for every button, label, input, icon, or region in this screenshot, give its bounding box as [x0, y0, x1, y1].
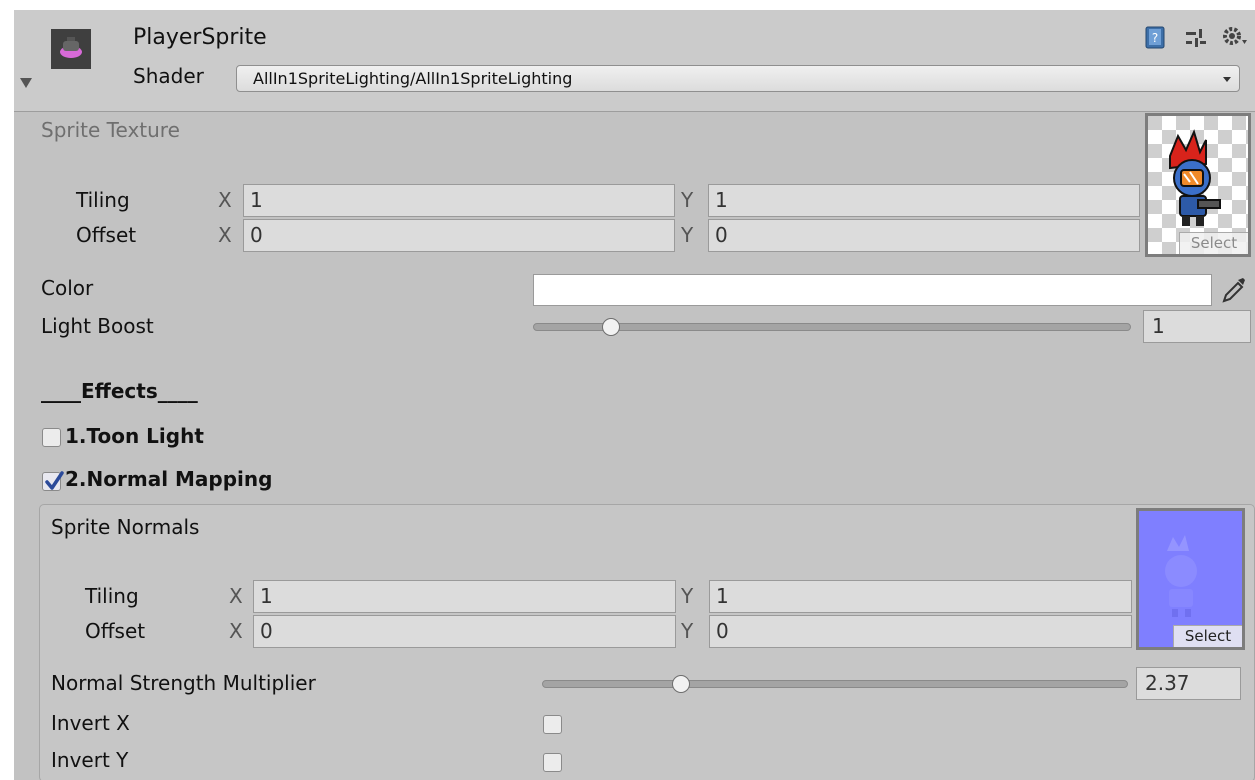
color-label: Color	[41, 276, 94, 300]
light-boost-label: Light Boost	[41, 314, 154, 338]
offset-x-axis-label: X	[218, 223, 232, 247]
help-book-icon[interactable]: ?	[1144, 26, 1166, 50]
toon-light-checkbox[interactable]	[42, 428, 61, 447]
normals-offset-x-field[interactable]: 0	[253, 615, 676, 648]
tiling-y-field[interactable]: 1	[708, 184, 1140, 217]
normals-offset-y-field[interactable]: 0	[709, 615, 1132, 648]
dropdown-arrow-icon	[1223, 77, 1231, 82]
gear-icon[interactable]	[1221, 25, 1249, 49]
shader-dropdown[interactable]: AllIn1SpriteLighting/AllIn1SpriteLightin…	[236, 65, 1240, 92]
offset-label: Offset	[76, 223, 137, 247]
tiling-y-axis-label: Y	[681, 188, 694, 212]
normals-tiling-x-field[interactable]: 1	[253, 580, 676, 613]
normal-strength-value-field[interactable]: 2.37	[1136, 667, 1241, 700]
color-field[interactable]	[533, 274, 1212, 306]
normals-tiling-label: Tiling	[85, 584, 139, 608]
invert-x-label: Invert X	[51, 711, 130, 735]
eyedropper-icon[interactable]	[1221, 276, 1247, 304]
material-inspector-panel: PlayerSprite Shader AllIn1SpriteLighting…	[14, 10, 1255, 780]
light-boost-slider-handle[interactable]	[602, 318, 621, 336]
normals-offset-y-axis-label: Y	[681, 619, 694, 643]
foldout-arrow-icon[interactable]	[20, 78, 32, 88]
normal-strength-slider-track[interactable]	[542, 680, 1128, 688]
normal-mapping-section: Sprite Normals Tiling X 1 Y 1 Offset X 0…	[39, 504, 1255, 780]
normals-tiling-y-field[interactable]: 1	[709, 580, 1132, 613]
sprite-normals-select-button[interactable]: Select	[1173, 625, 1242, 647]
offset-y-field[interactable]: 0	[708, 219, 1140, 252]
tiling-x-field[interactable]: 1	[243, 184, 675, 217]
material-preview-thumbnail	[51, 29, 91, 69]
invert-y-label: Invert Y	[51, 748, 129, 772]
normal-strength-label: Normal Strength Multiplier	[51, 671, 316, 695]
light-boost-slider-track[interactable]	[533, 323, 1131, 331]
material-name: PlayerSprite	[133, 25, 267, 50]
normals-tiling-y-axis-label: Y	[681, 584, 694, 608]
normals-offset-x-axis-label: X	[229, 619, 243, 643]
normal-mapping-label: 2.Normal Mapping	[65, 467, 273, 491]
material-header: PlayerSprite Shader AllIn1SpriteLighting…	[14, 10, 1255, 112]
svg-text:?: ?	[1152, 31, 1158, 45]
sprite-normals-label: Sprite Normals	[51, 515, 200, 539]
checkmark-icon	[45, 471, 64, 490]
offset-x-field[interactable]: 0	[243, 219, 675, 252]
offset-y-axis-label: Y	[681, 223, 694, 247]
normal-mapping-checkbox[interactable]	[42, 471, 64, 491]
preset-sliders-icon[interactable]	[1184, 28, 1208, 50]
shader-dropdown-value: AllIn1SpriteLighting/AllIn1SpriteLightin…	[253, 69, 573, 88]
tiling-x-axis-label: X	[218, 188, 232, 212]
light-boost-value-field[interactable]: 1	[1143, 310, 1251, 343]
toon-light-label: 1.Toon Light	[65, 424, 204, 448]
sprite-texture-slot[interactable]: Select	[1145, 113, 1251, 257]
sprite-texture-label: Sprite Texture	[41, 118, 180, 142]
sprite-normals-slot[interactable]: Select	[1136, 508, 1245, 650]
normal-strength-slider-handle[interactable]	[672, 675, 691, 693]
tiling-label: Tiling	[76, 188, 130, 212]
shader-label: Shader	[133, 64, 204, 88]
invert-y-checkbox[interactable]	[543, 753, 562, 772]
sprite-texture-select-button[interactable]: Select	[1179, 232, 1248, 254]
invert-x-checkbox[interactable]	[543, 715, 562, 734]
normals-tiling-x-axis-label: X	[229, 584, 243, 608]
normals-offset-label: Offset	[85, 619, 146, 643]
effects-heading: ____Effects____	[41, 379, 198, 403]
